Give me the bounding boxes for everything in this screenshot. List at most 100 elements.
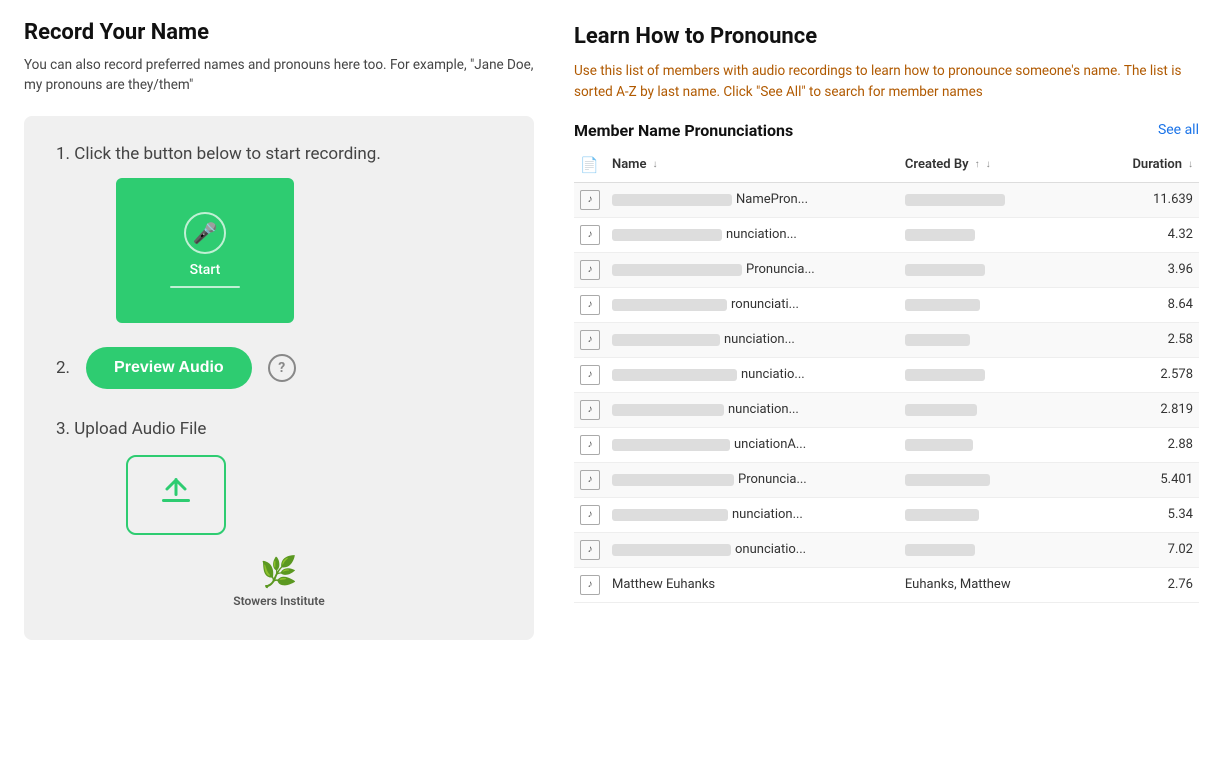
- subtitle-text: You can also record preferred names and …: [24, 55, 534, 96]
- name-blurred: [612, 194, 732, 206]
- table-body: ♪NamePron...11.639♪nunciation...4.32♪Pro…: [574, 182, 1199, 602]
- row-created-by: Euhanks, Matthew: [899, 567, 1090, 602]
- row-audio-icon: ♪: [574, 182, 606, 217]
- help-symbol: ?: [278, 360, 285, 376]
- row-audio-icon: ♪: [574, 462, 606, 497]
- col-header-duration[interactable]: Duration ↓: [1090, 148, 1199, 183]
- table-row[interactable]: ♪nunciation...4.32: [574, 217, 1199, 252]
- record-button[interactable]: 🎤 Start: [116, 178, 294, 323]
- logo-tree-icon: 🌿: [260, 555, 297, 590]
- step2-num: 2.: [56, 358, 70, 378]
- created-blurred: [905, 509, 979, 521]
- table-row[interactable]: ♪Pronuncia...5.401: [574, 462, 1199, 497]
- row-audio-icon: ♪: [574, 252, 606, 287]
- row-duration: 2.76: [1090, 567, 1199, 602]
- table-row[interactable]: ♪nunciation...5.34: [574, 497, 1199, 532]
- logo-text: Stowers Institute: [233, 594, 324, 608]
- table-row[interactable]: ♪Pronuncia...3.96: [574, 252, 1199, 287]
- step3-section: 3. Upload Audio File 🌿 Stowers Institute: [56, 419, 502, 608]
- see-all-link[interactable]: See all: [1158, 122, 1199, 138]
- row-name: onunciatio...: [606, 532, 899, 567]
- mic-icon: 🎤: [193, 221, 218, 245]
- audio-file-icon: ♪: [580, 225, 600, 245]
- row-created-by: [899, 497, 1090, 532]
- name-text: unciationA...: [734, 437, 806, 452]
- wave-line: [170, 286, 240, 288]
- mic-icon-circle: 🎤: [184, 212, 226, 254]
- name-blurred: [612, 439, 730, 451]
- row-created-by: [899, 182, 1090, 217]
- created-blurred: [905, 439, 973, 451]
- table-row[interactable]: ♪onunciatio...7.02: [574, 532, 1199, 567]
- preview-audio-button[interactable]: Preview Audio: [86, 347, 252, 389]
- row-name: Matthew Euhanks: [606, 567, 899, 602]
- row-duration: 8.64: [1090, 287, 1199, 322]
- col-header-name[interactable]: Name ↓: [606, 148, 899, 183]
- step1-label: 1. Click the button below to start recor…: [56, 144, 381, 164]
- col-header-created[interactable]: Created By ↑ ↓: [899, 148, 1090, 183]
- audio-file-icon: ♪: [580, 470, 600, 490]
- name-blurred: [612, 369, 737, 381]
- row-duration: 2.819: [1090, 392, 1199, 427]
- record-box: 1. Click the button below to start recor…: [24, 116, 534, 640]
- row-audio-icon: ♪: [574, 567, 606, 602]
- pronunciations-table: 📄 Name ↓ Created By ↑ ↓: [574, 148, 1199, 603]
- row-audio-icon: ♪: [574, 497, 606, 532]
- name-text: onunciatio...: [735, 542, 806, 557]
- name-text: NamePron...: [736, 192, 808, 207]
- row-name: nunciation...: [606, 322, 899, 357]
- created-blurred: [905, 264, 985, 276]
- audio-file-icon: ♪: [580, 365, 600, 385]
- table-row[interactable]: ♪ Matthew EuhanksEuhanks, Matthew2.76: [574, 567, 1199, 602]
- created-sort-icon-down: ↓: [986, 159, 991, 170]
- row-created-by: [899, 462, 1090, 497]
- table-row[interactable]: ♪ NamePron... 11.639: [574, 182, 1199, 217]
- row-created-by: [899, 287, 1090, 322]
- row-created-by: [899, 427, 1090, 462]
- audio-file-icon: ♪: [580, 190, 600, 210]
- name-blurred: [612, 404, 724, 416]
- table-row[interactable]: ♪ unciationA... 2.88: [574, 427, 1199, 462]
- name-text: nunciation...: [724, 332, 795, 347]
- step2-row: 2. Preview Audio ?: [56, 347, 296, 389]
- row-name: NamePron...: [606, 182, 899, 217]
- row-duration: 2.88: [1090, 427, 1199, 462]
- name-text: nunciatio...: [741, 367, 805, 382]
- name-blurred: [612, 229, 722, 241]
- row-duration: 4.32: [1090, 217, 1199, 252]
- audio-file-icon: ♪: [580, 295, 600, 315]
- name-text: nunciation...: [728, 402, 799, 417]
- audio-file-icon: ♪: [580, 575, 600, 595]
- name-blurred: [612, 334, 720, 346]
- row-created-by: [899, 217, 1090, 252]
- name-text: Pronuncia...: [738, 472, 807, 487]
- page-title-right: Learn How to Pronounce: [574, 24, 1199, 49]
- row-created-by: [899, 392, 1090, 427]
- row-duration: 5.34: [1090, 497, 1199, 532]
- row-audio-icon: ♪: [574, 392, 606, 427]
- audio-file-icon: ♪: [580, 435, 600, 455]
- row-created-by: [899, 252, 1090, 287]
- upload-area[interactable]: [126, 455, 226, 535]
- audio-file-icon: ♪: [580, 505, 600, 525]
- row-created-by: [899, 532, 1090, 567]
- name-blurred: [612, 264, 742, 276]
- name-blurred: [612, 509, 728, 521]
- table-header: 📄 Name ↓ Created By ↑ ↓: [574, 148, 1199, 183]
- table-row[interactable]: ♪ nunciation... 2.819: [574, 392, 1199, 427]
- table-row[interactable]: ♪nunciation...2.58: [574, 322, 1199, 357]
- row-audio-icon: ♪: [574, 532, 606, 567]
- table-row[interactable]: ♪nunciatio...2.578: [574, 357, 1199, 392]
- name-text: Pronuncia...: [746, 262, 815, 277]
- row-audio-icon: ♪: [574, 217, 606, 252]
- upload-icon: [158, 473, 194, 516]
- help-icon[interactable]: ?: [268, 354, 296, 382]
- row-audio-icon: ♪: [574, 427, 606, 462]
- created-blurred: [905, 194, 1005, 206]
- audio-file-icon: ♪: [580, 400, 600, 420]
- row-created-by: [899, 357, 1090, 392]
- row-duration: 2.58: [1090, 322, 1199, 357]
- row-name: ronunciati...: [606, 287, 899, 322]
- table-row[interactable]: ♪ ronunciati... 8.64: [574, 287, 1199, 322]
- row-duration: 11.639: [1090, 182, 1199, 217]
